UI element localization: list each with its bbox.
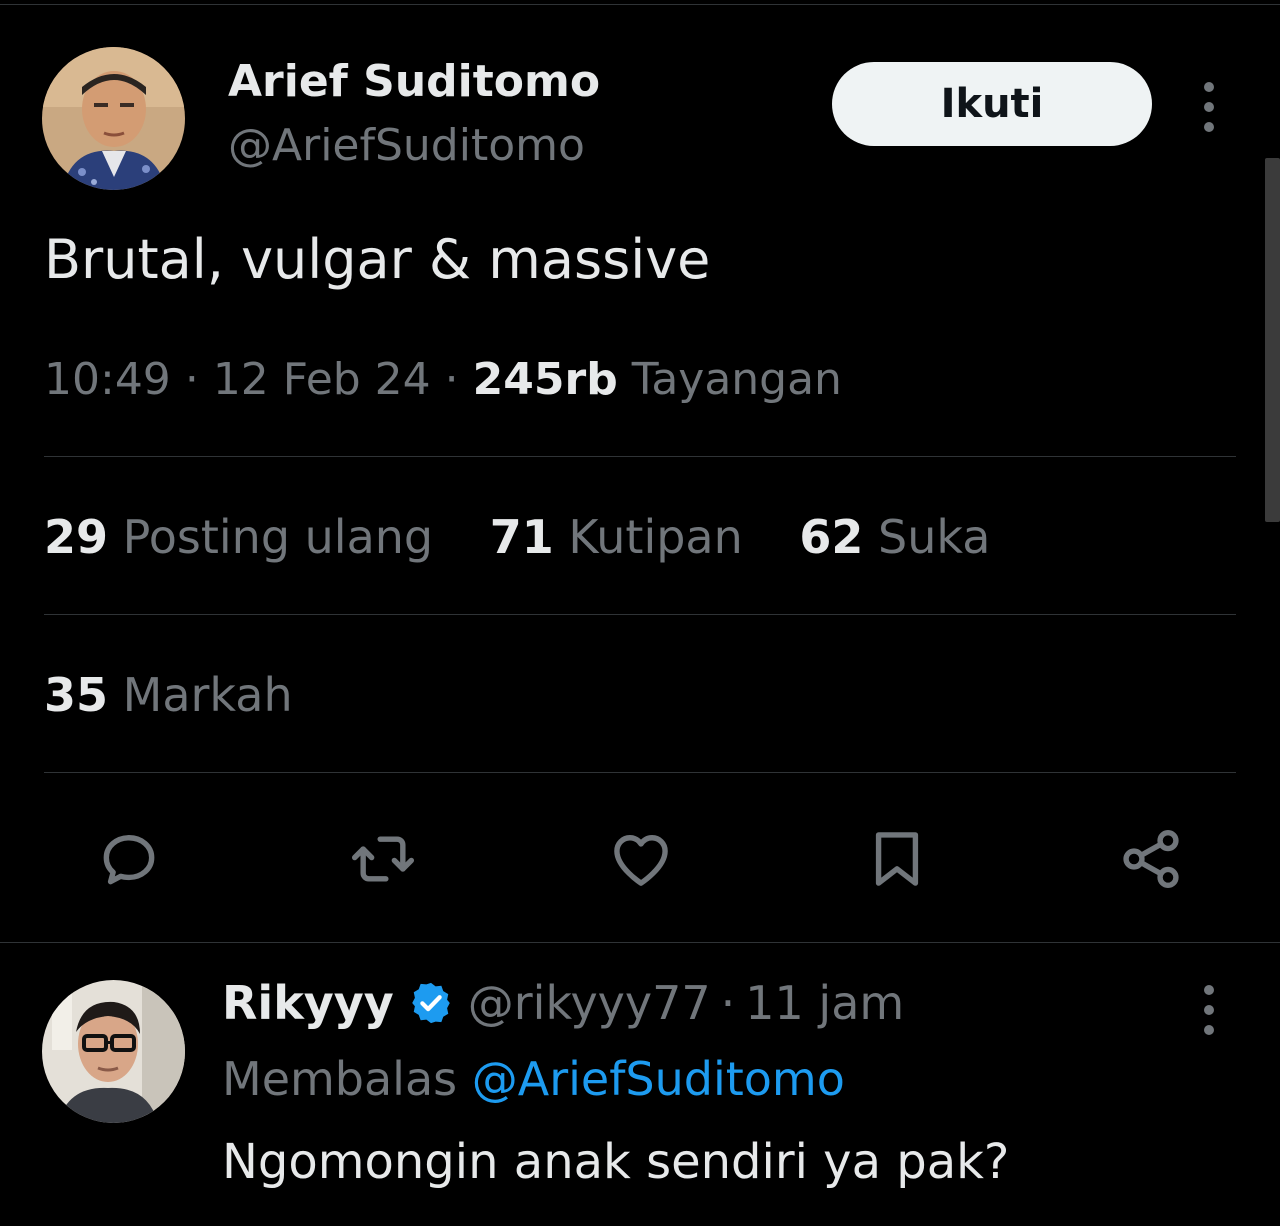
meta-separator: · <box>444 354 459 405</box>
bookmark-icon <box>875 832 919 886</box>
bookmarks-label: Markah <box>122 668 293 722</box>
share-icon <box>1123 829 1179 889</box>
quotes-stat[interactable]: 71 Kutipan <box>490 510 743 564</box>
like-button[interactable] <box>604 822 678 896</box>
mention-link[interactable]: @AriefSuditomo <box>472 1052 845 1106</box>
meta-separator: · <box>184 354 199 405</box>
heart-icon <box>614 835 668 886</box>
quotes-count: 71 <box>489 510 554 564</box>
more-options-icon[interactable] <box>1201 985 1217 1035</box>
reply-icon <box>103 835 155 885</box>
author-name[interactable]: Arief Suditomo <box>228 56 600 107</box>
engagement-stats: 29 Posting ulang 71 Kutipan 62 Suka <box>44 510 1032 564</box>
author-avatar[interactable] <box>42 47 185 190</box>
reposts-count: 29 <box>44 510 109 564</box>
tweet-meta: 10:49 · 12 Feb 24 · 245rb Tayangan <box>44 354 842 405</box>
views-label: Tayangan <box>631 354 842 405</box>
divider <box>44 772 1236 773</box>
bookmarks-count: 35 <box>44 668 109 722</box>
more-options-icon[interactable] <box>1201 82 1217 132</box>
tweet-date[interactable]: 12 Feb 24 <box>213 354 431 405</box>
reply-author-handle[interactable]: @rikyyy77 <box>468 976 711 1030</box>
retweet-icon <box>351 836 415 882</box>
views-count: 245rb <box>472 354 618 405</box>
reply-time[interactable]: 11 jam <box>745 976 904 1030</box>
reply-button[interactable] <box>92 822 166 896</box>
likes-stat[interactable]: 62 Suka <box>799 510 990 564</box>
tweet-text: Brutal, vulgar & massive <box>44 228 711 291</box>
reply-text: Ngomongin anak sendiri ya pak? <box>222 1134 1010 1190</box>
bookmarks-stat[interactable]: 35 Markah <box>44 668 293 722</box>
meta-separator: · <box>720 976 736 1030</box>
avatar-image <box>42 980 185 1123</box>
divider <box>44 614 1236 615</box>
likes-count: 62 <box>799 510 864 564</box>
likes-label: Suka <box>878 510 991 564</box>
divider <box>44 456 1236 457</box>
reply-author-name[interactable]: Rikyyy <box>222 976 394 1030</box>
replying-to: Membalas @AriefSuditomo <box>222 1052 845 1106</box>
top-divider <box>0 4 1280 5</box>
quotes-label: Kutipan <box>568 510 743 564</box>
bookmark-button[interactable] <box>860 822 934 896</box>
share-button[interactable] <box>1114 822 1188 896</box>
tweet-time[interactable]: 10:49 <box>44 354 171 405</box>
reply-header: Rikyyy @rikyyy77 · 11 jam <box>222 976 904 1030</box>
reposts-stat[interactable]: 29 Posting ulang <box>44 510 433 564</box>
avatar-image <box>42 47 185 190</box>
scrollbar[interactable] <box>1265 158 1280 522</box>
replying-label: Membalas <box>222 1052 458 1106</box>
author-handle[interactable]: @AriefSuditomo <box>228 120 585 171</box>
follow-button[interactable]: Ikuti <box>832 62 1152 146</box>
retweet-button[interactable] <box>346 822 420 896</box>
reply-author-avatar[interactable] <box>42 980 185 1123</box>
reposts-label: Posting ulang <box>122 510 434 564</box>
verified-badge-icon[interactable] <box>408 980 454 1026</box>
divider <box>0 942 1280 943</box>
